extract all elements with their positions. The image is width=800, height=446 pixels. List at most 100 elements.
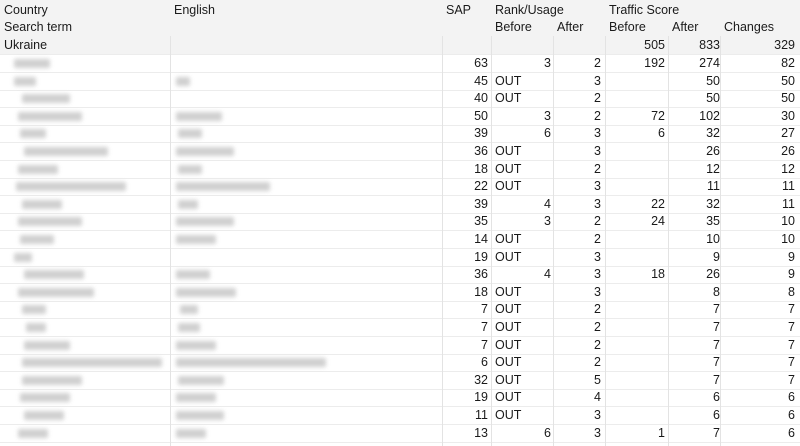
redacted-english [178,323,200,332]
cell-traffic-after: 32 [706,196,720,211]
cell-rank-after: 5 [594,372,601,387]
table-row[interactable]: 13 6 3 1 7 6 [0,424,800,443]
cell-traffic-before [610,230,665,248]
table-row[interactable]: 18 OUT 2 12 12 [0,160,800,179]
header-traffic-after: After [672,20,699,34]
redacted-search-term [14,59,50,68]
cell-rank-after: 2 [594,161,601,176]
cell-changes: 6 [788,425,795,440]
header-sap: SAP [446,3,472,17]
redacted-search-term [22,358,162,368]
cell-changes: 50 [781,73,795,88]
cell-traffic-after: 50 [706,91,720,106]
table-row[interactable]: 39 4 3 22 32 11 [0,195,800,214]
cell-traffic-before [610,248,665,266]
table-row[interactable]: 22 OUT 3 11 11 [0,177,800,197]
column-divider [668,36,669,446]
redacted-search-term [24,147,108,156]
table-row[interactable]: 35 3 2 24 35 10 [0,212,800,232]
group-country: Ukraine [4,38,48,52]
redacted-search-term [20,129,46,139]
cell-changes: 7 [788,337,795,352]
table-row[interactable]: 63 3 2 192 274 82 [0,54,800,73]
header-traffic-score: Traffic Score [609,3,680,17]
cell-sap: 7 [481,320,488,334]
redacted-english [176,287,236,297]
cell-changes: 50 [781,91,795,106]
cell-traffic-after: 7 [713,372,720,387]
cell-rank-before: 4 [544,267,551,282]
cell-rank-after: 2 [594,355,601,370]
cell-rank-before: OUT [495,91,522,106]
cell-rank-before: OUT [495,355,522,370]
cell-sap: 18 [474,161,488,176]
table-row[interactable]: 39 6 3 6 32 27 [0,124,800,144]
redacted-search-term [22,375,82,385]
cell-rank-after: 3 [594,249,601,264]
table-row[interactable]: 40 OUT 2 50 50 [0,89,800,109]
table-row[interactable]: 11 OUT 3 6 6 [0,406,800,425]
cell-traffic-before: 6 [658,126,665,141]
table-row[interactable]: 36 4 3 18 26 9 [0,265,800,285]
cell-rank-after: 2 [594,320,601,334]
cell-rank-before: OUT [495,73,522,88]
cell-rank-before: OUT [495,372,522,387]
header-english: English [174,3,215,17]
redacted-english [176,411,224,420]
redacted-english [176,147,234,156]
redacted-english [178,129,202,139]
report-table: Country Search term English SAP Rank/Usa… [0,0,800,446]
redacted-english [178,199,198,209]
cell-changes: 26 [781,144,795,158]
table-row[interactable]: 32 OUT 5 7 7 [0,371,800,390]
cell-rank-before: 6 [544,425,551,440]
cell-sap: 50 [474,108,488,123]
cell-sap: 39 [474,126,488,141]
cell-changes: 10 [781,214,795,229]
cell-rank-after: 3 [594,284,601,299]
cell-rank-before: OUT [495,249,522,264]
cell-sap: 7 [481,302,488,317]
group-row-ukraine[interactable]: Ukraine 505 833 329 [0,36,800,55]
redacted-search-term [18,164,58,174]
table-row[interactable]: 14 OUT 2 10 10 [0,230,800,249]
redacted-search-term [22,305,46,315]
redacted-english [176,340,216,350]
cell-traffic-before [610,406,665,424]
cell-changes: 8 [788,284,795,299]
table-row[interactable]: 36 OUT 3 26 26 [0,142,800,161]
cell-rank-after: 2 [594,214,601,229]
table-row[interactable]: 50 3 2 72 102 30 [0,107,800,126]
cell-rank-before: OUT [495,390,522,405]
table-row[interactable]: 7 OUT 2 7 7 [0,318,800,337]
table-row[interactable]: 18 OUT 3 8 8 [0,283,800,302]
redacted-english [176,182,270,192]
cell-traffic-before [610,89,665,107]
cell-rank-before: 3 [544,108,551,123]
cell-traffic-after: 6 [713,408,720,422]
header-country: Country [4,3,48,17]
table-row[interactable]: 6 OUT 2 7 7 [0,353,800,373]
cell-traffic-after: 7 [713,425,720,440]
cell-traffic-before [610,300,665,318]
group-traffic-before: 505 [644,38,665,52]
cell-traffic-after: 10 [706,232,720,246]
cell-traffic-before [610,72,665,90]
table-row[interactable]: 7 OUT 2 7 7 [0,300,800,320]
table-row[interactable]: 19 OUT 3 9 9 [0,248,800,267]
cell-rank-after: 2 [594,91,601,106]
table-row[interactable]: 45 OUT 3 50 50 [0,72,800,91]
cell-traffic-before: 24 [651,214,665,229]
cell-rank-after: 3 [594,126,601,141]
cell-rank-after: 3 [594,73,601,88]
table-row[interactable]: 7 OUT 2 7 7 [0,336,800,355]
cell-traffic-before [610,336,665,354]
cell-rank-after: 3 [594,196,601,211]
column-divider [720,36,721,446]
redacted-search-term [20,393,70,403]
cell-changes: 27 [781,126,795,141]
cell-traffic-after: 26 [706,144,720,158]
cell-changes: 6 [788,408,795,422]
table-row[interactable]: 19 OUT 4 6 6 [0,388,800,408]
redacted-search-term [16,182,126,192]
